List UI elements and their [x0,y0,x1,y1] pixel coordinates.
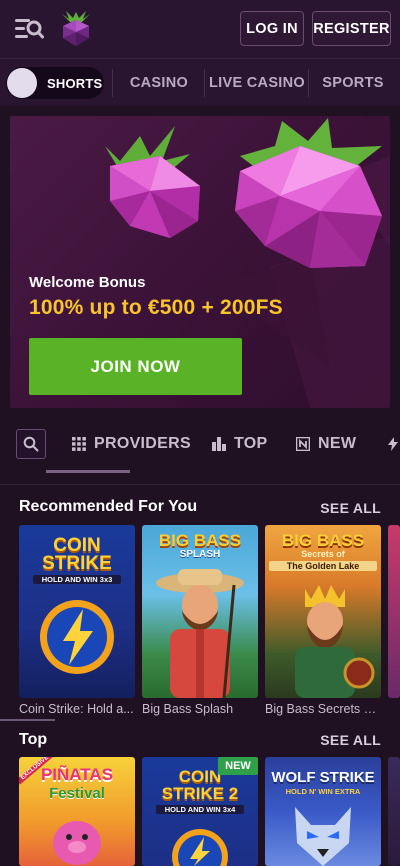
game-art-title: WOLF STRIKE [271,769,375,786]
filter-label: PROVIDERS [94,435,191,452]
game-art-tagline: HOLD AND WIN 3x4 [156,805,244,814]
game-tile-partial[interactable] [388,757,400,866]
game-art-subtitle: Secrets of [301,549,345,559]
shorts-toggle[interactable]: SHORTS [6,67,104,99]
toggle-knob [7,68,37,98]
game-art-title: BIG BASS [158,531,242,550]
active-filter-underline [46,470,130,473]
game-art-tagline: HOLD AND WIN 3x3 [33,575,121,584]
search-button[interactable] [16,429,46,459]
filter-more[interactable] [388,420,400,468]
nav-item-live-casino[interactable]: LIVE CASINO [208,59,306,106]
game-caption: Big Bass Splash [142,702,234,716]
game-art-subtitle: STRIKE [42,553,112,574]
nav-divider [204,69,205,97]
top-bar: LOG IN REGISTER [0,0,400,58]
game-tile-big-bass-splash[interactable]: BIG BASS SPLASH [142,525,258,698]
see-all-top[interactable]: SEE ALL [320,732,381,748]
grid-icon [72,437,86,451]
game-caption: Coin Strike: Hold a... [19,702,134,716]
filter-providers[interactable]: PROVIDERS [72,420,191,468]
new-icon [296,437,310,451]
filter-top[interactable]: TOP [212,420,268,468]
game-art-tagline: The Golden Lake [269,561,377,571]
new-badge: NEW [218,757,258,775]
see-all-recommended[interactable]: SEE ALL [320,500,381,516]
nav-item-sports[interactable]: SPORTS [314,59,392,106]
nav-item-casino[interactable]: CASINO [118,59,200,106]
filter-label: NEW [318,435,357,452]
wolf-illustration [295,807,351,866]
filter-new[interactable]: NEW [296,420,356,468]
pinata-pig-illustration [53,821,101,865]
row-scroll-indicator [0,719,55,721]
game-filters: PROVIDERS TOP NEW [0,420,400,476]
coin-lightning-icon [40,600,114,674]
promo-banner[interactable]: Welcome Bonus 100% up to €500 + 200FS JO… [10,116,390,408]
section-divider [0,484,400,485]
section-title-recommended: Recommended For You [19,498,198,515]
lightning-icon [388,437,398,451]
game-tile-wolf-strike[interactable]: WOLF STRIKE HOLD N' WIN EXTRA [265,757,381,866]
game-art-subtitle: SPLASH [179,549,221,560]
raspberry-logo-icon[interactable] [58,10,94,48]
nav-divider [308,69,309,97]
search-icon [23,436,39,452]
game-tile-pinatas-festival[interactable]: EXCLUSIVE PIÑATAS Festival [19,757,135,866]
login-button[interactable]: LOG IN [240,11,304,46]
game-tile-coin-strike[interactable]: COIN STRIKE HOLD AND WIN 3x3 [19,525,135,698]
section-title-top: Top [19,731,48,748]
podium-icon [212,437,226,451]
game-art-subtitle: HOLD N' WIN EXTRA [285,787,361,796]
game-tile-big-bass-secrets[interactable]: BIG BASS Secrets of The Golden Lake [265,525,381,698]
join-now-button[interactable]: JOIN NOW [29,338,242,395]
main-nav: SHORTS CASINO LIVE CASINO SPORTS [0,58,400,106]
king-fisherman-illustration [295,585,375,698]
shorts-label: SHORTS [47,75,103,91]
register-button[interactable]: REGISTER [312,11,391,46]
filter-label: TOP [234,435,268,452]
game-art-title: PIÑATAS [40,765,114,784]
fisherman-illustration [156,569,244,698]
game-art-subtitle: STRIKE 2 [161,784,239,803]
game-art-title: BIG BASS [281,531,365,550]
banner-offer: 100% up to €500 + 200FS [29,296,283,319]
banner-welcome: Welcome Bonus [29,274,146,291]
game-art-subtitle: Festival [49,785,105,802]
nav-divider [112,69,113,97]
coin-lightning-icon [172,829,228,866]
game-tile-partial[interactable] [388,525,400,698]
game-caption: Big Bass Secrets of... [265,702,381,716]
menu-search-icon[interactable] [14,15,44,43]
